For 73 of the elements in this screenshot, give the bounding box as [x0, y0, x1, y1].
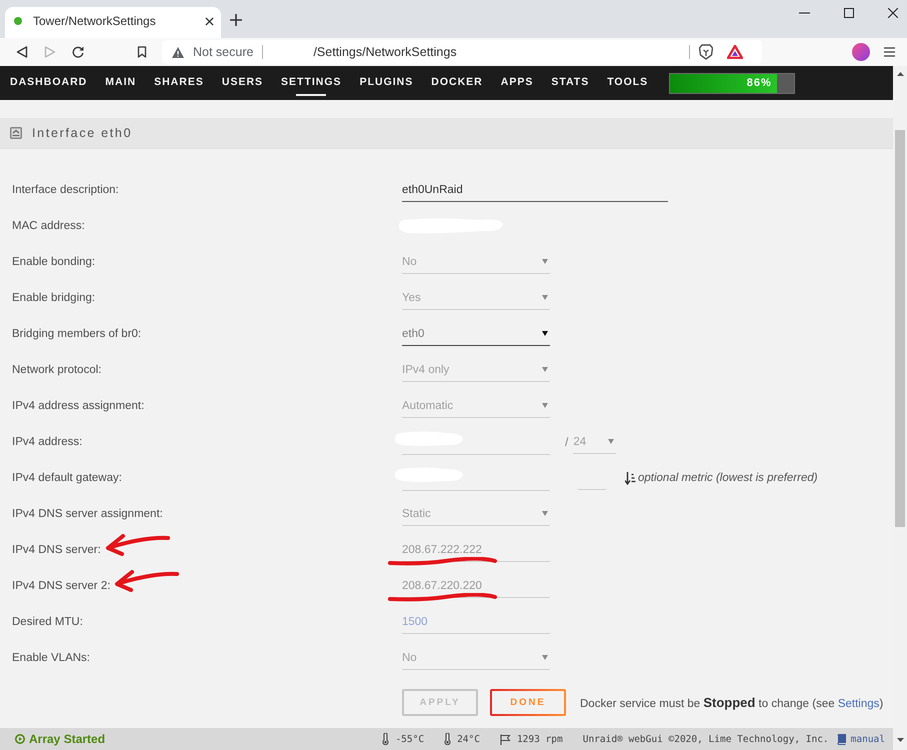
- nav-tab[interactable]: DASHBOARD: [10, 70, 88, 96]
- maximize-icon[interactable]: [844, 8, 854, 18]
- shield-icon[interactable]: [699, 44, 713, 60]
- new-tab-icon[interactable]: [230, 14, 242, 26]
- nav-tab[interactable]: MAIN: [105, 70, 136, 96]
- scroll-up-icon[interactable]: [896, 72, 904, 76]
- nav-tab[interactable]: TOOLS: [607, 70, 648, 96]
- field-label: IPv4 address:: [12, 436, 82, 448]
- nav-tab[interactable]: DOCKER: [431, 70, 483, 96]
- favicon-dot-icon: [14, 17, 22, 25]
- security-label: Not secure: [193, 45, 254, 59]
- sensor-reading: -55°C: [395, 734, 424, 744]
- docker-note: Docker service must be Stopped to change (see Settings): [580, 695, 884, 710]
- field-label: Interface description:: [12, 184, 119, 196]
- field-label: IPv4 DNS server assignment:: [12, 508, 163, 520]
- prefix-separator: /: [565, 435, 568, 449]
- scroll-down-icon[interactable]: [896, 738, 904, 742]
- caret-icon: [542, 511, 548, 516]
- scrollbar-thumb[interactable]: [895, 130, 905, 527]
- field-label: MAC address:: [12, 220, 85, 232]
- nav-tab[interactable]: SHARES: [154, 70, 204, 96]
- book-icon: [836, 734, 846, 744]
- close-tab-icon[interactable]: [205, 16, 214, 26]
- select-field[interactable]: eth0: [402, 322, 550, 346]
- url-text: /Settings/NetworkSettings: [313, 45, 457, 59]
- thermometer-icon: [444, 733, 452, 745]
- nav-tab[interactable]: PLUGINS: [360, 70, 414, 96]
- nav-tab[interactable]: APPS: [500, 70, 534, 96]
- bookmark-icon[interactable]: [137, 46, 147, 58]
- field-label: Enable VLANs:: [12, 652, 90, 664]
- field-label: Desired MTU:: [12, 616, 83, 628]
- nav-tab[interactable]: USERS: [222, 70, 264, 96]
- caret-icon: [542, 403, 548, 408]
- field-label: IPv4 default gateway:: [12, 472, 122, 484]
- back-icon[interactable]: [16, 46, 28, 58]
- field-label: IPv4 DNS server 2:: [12, 580, 110, 592]
- manual-link[interactable]: manual: [850, 734, 885, 744]
- reload-icon[interactable]: [72, 46, 84, 58]
- minimize-icon[interactable]: [799, 12, 810, 14]
- copyright-text: Unraid® webGui ©2020, Lime Technology, Inc.: [582, 734, 829, 744]
- menu-icon[interactable]: [884, 47, 895, 57]
- sensor-reading: 24°C: [457, 734, 480, 744]
- field-label: IPv4 address assignment:: [12, 400, 144, 412]
- warning-icon: [172, 46, 184, 58]
- field-label: Bridging members of br0:: [12, 328, 142, 340]
- address-bar[interactable]: Not secure /Settings/NetworkSettings: [162, 40, 762, 64]
- usage-percent: 86%: [746, 76, 772, 90]
- caret-icon: [542, 259, 548, 264]
- caret-icon: [542, 331, 548, 336]
- flag-icon: [500, 734, 511, 744]
- triangle-icon[interactable]: [727, 45, 743, 59]
- text-input[interactable]: eth0UnRaid: [402, 178, 668, 202]
- browser-tab[interactable]: Tower/NetworkSettings: [5, 7, 221, 38]
- nav-tab[interactable]: STATS: [551, 70, 590, 96]
- square-chevron-icon: [10, 127, 22, 139]
- array-status: Array Started: [29, 732, 106, 746]
- profile-avatar[interactable]: [852, 43, 870, 61]
- field-label: Enable bridging:: [12, 292, 96, 304]
- settings-link[interactable]: Settings: [838, 698, 880, 710]
- close-icon[interactable]: [888, 8, 898, 18]
- sensor-reading: 1293 rpm: [516, 734, 563, 744]
- section-title: Interface eth0: [32, 126, 132, 140]
- caret-icon: [542, 655, 548, 660]
- caret-icon: [542, 295, 548, 300]
- thermometer-icon: [382, 733, 390, 745]
- field-label: IPv4 DNS server:: [12, 544, 101, 556]
- sort-arrow-icon: [625, 472, 636, 484]
- caret-icon: [608, 439, 614, 444]
- field-label: Enable bonding:: [12, 256, 96, 268]
- field-label: Network protocol:: [12, 364, 102, 376]
- caret-icon: [542, 367, 548, 372]
- scrollbar[interactable]: [893, 66, 907, 750]
- metric-hint: optional metric (lowest is preferred): [638, 472, 818, 484]
